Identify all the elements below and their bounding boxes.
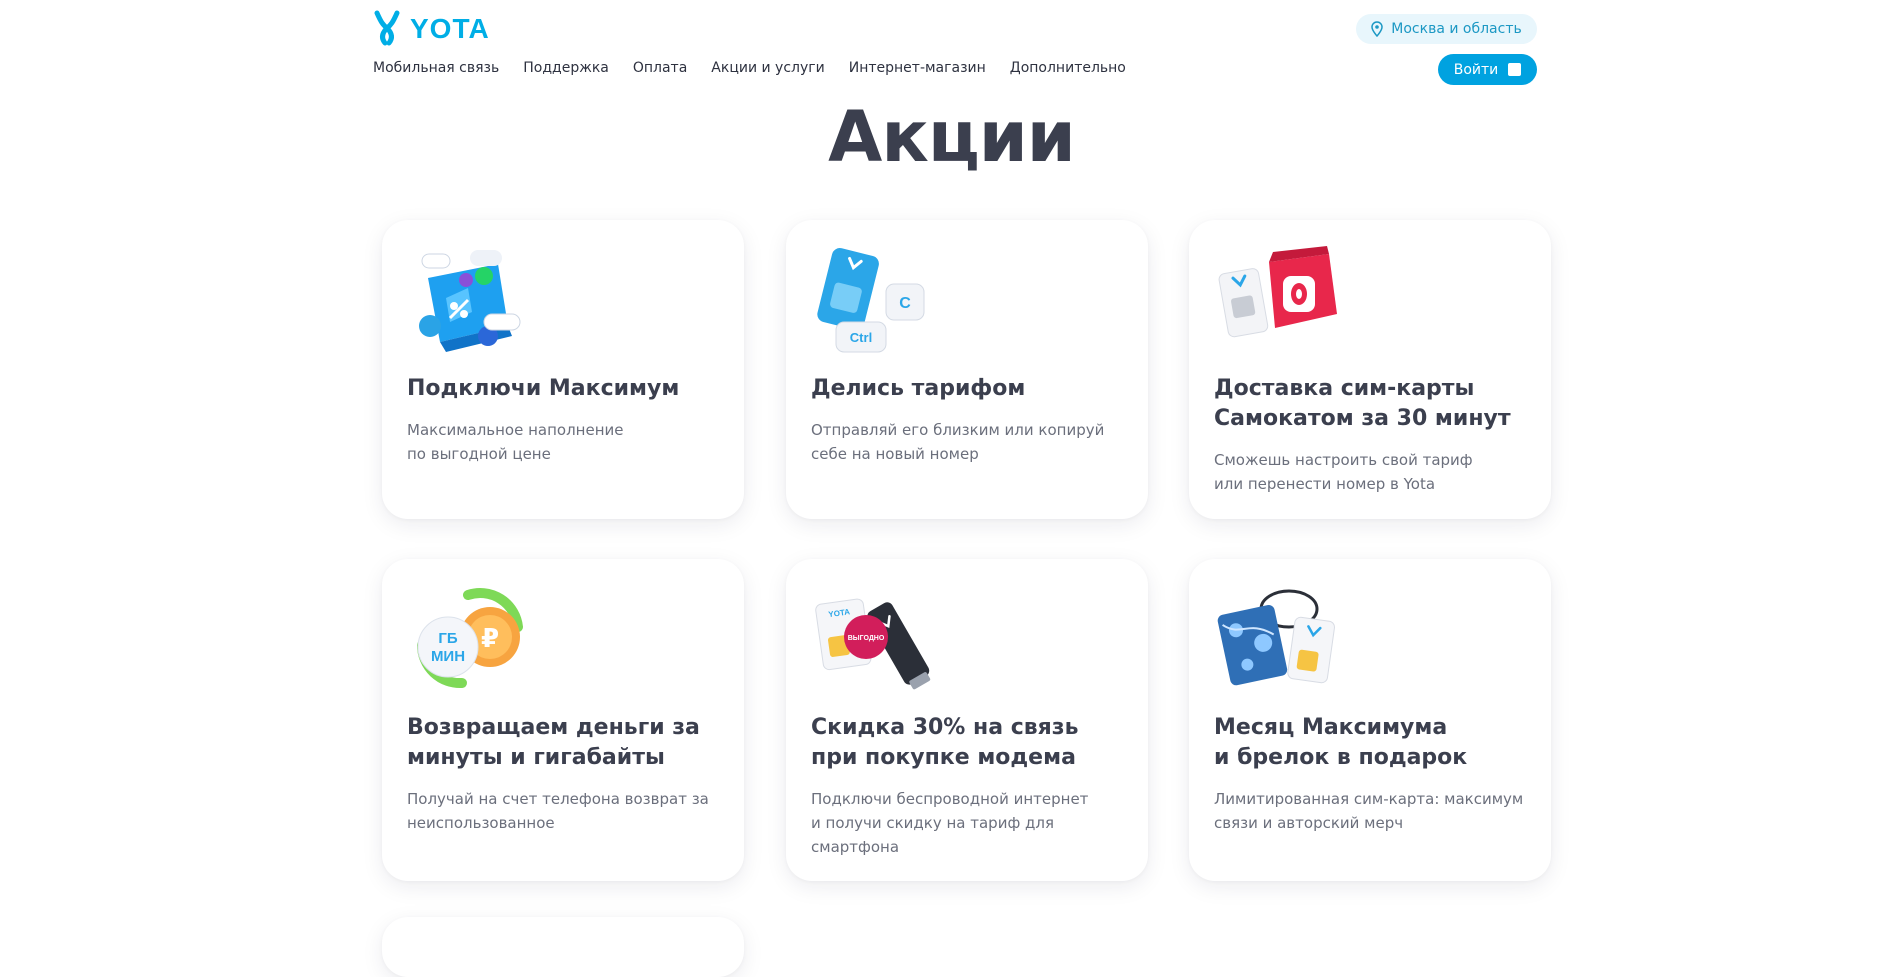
svg-text:МИН: МИН bbox=[431, 648, 465, 665]
promo-card-share-tariff[interactable]: C Ctrl Делись тарифом Отправляй его близ… bbox=[786, 220, 1148, 519]
nav-item-mobile[interactable]: Мобильная связь bbox=[373, 60, 499, 76]
nav-item-promotions[interactable]: Акции и услуги bbox=[711, 60, 824, 76]
logo-text: YOTA bbox=[410, 13, 490, 44]
svg-text:Ctrl: Ctrl bbox=[850, 330, 872, 345]
promo-card-modem-discount[interactable]: YOTA ВЫГОДНО Скидка 30% на связь при пок… bbox=[786, 559, 1148, 881]
svg-text:ВЫГОДНО: ВЫГОДНО bbox=[848, 635, 885, 642]
promo-card-cashback[interactable]: ₽ ГБ МИН Возвращаем деньги за минуты и г… bbox=[382, 559, 744, 881]
login-label: Войти bbox=[1453, 61, 1499, 78]
page-title: Акции bbox=[828, 96, 1076, 178]
nav-item-payment[interactable]: Оплата bbox=[633, 60, 687, 76]
main-nav: Мобильная связь Поддержка Оплата Акции и… bbox=[373, 60, 1126, 76]
login-button[interactable]: Войти bbox=[1438, 54, 1537, 85]
keychain-illustration-icon bbox=[1217, 589, 1335, 686]
promo-card-title: Скидка 30% на связь при покупке модема bbox=[811, 715, 1079, 770]
nav-item-support[interactable]: Поддержка bbox=[523, 60, 609, 76]
yota-logo[interactable]: YOTA bbox=[373, 10, 490, 48]
promo-card-description: Отправляй его близким или копируй себе н… bbox=[811, 421, 1105, 463]
sim-card-copy-illustration-icon: C Ctrl bbox=[817, 248, 925, 353]
promo-card-title: Месяц Максимума и брелок в подарок bbox=[1214, 715, 1468, 770]
delivery-bag-illustration-icon bbox=[1218, 246, 1337, 338]
promo-card-title: Возвращаем деньги за минуты и гигабайты bbox=[407, 715, 700, 770]
promo-card-title: Делись тарифом bbox=[811, 376, 1026, 401]
region-label: Москва и область bbox=[1391, 21, 1522, 37]
nav-item-shop[interactable]: Интернет-магазин bbox=[849, 60, 986, 76]
promo-card-description: Подключи беспроводной интернет и получи … bbox=[811, 790, 1089, 856]
svg-text:C: C bbox=[899, 295, 911, 312]
promo-card-keychain[interactable]: Месяц Максимума и брелок в подарок Лимит… bbox=[1189, 559, 1551, 881]
promo-card-title: Доставка сим-карты Самокатом за 30 минут bbox=[1214, 376, 1511, 431]
promo-card-description: Максимальное наполнение по выгодной цене bbox=[407, 421, 624, 463]
promo-card-partial[interactable] bbox=[382, 917, 744, 977]
promo-card-description: Лимитированная сим-карта: максимум связи… bbox=[1214, 790, 1524, 832]
promo-card-sim-delivery[interactable]: Доставка сим-карты Самокатом за 30 минут… bbox=[1189, 220, 1551, 519]
svg-text:ГБ: ГБ bbox=[438, 630, 458, 647]
shopping-box-illustration-icon bbox=[419, 250, 521, 352]
nav-item-more[interactable]: Дополнительно bbox=[1010, 60, 1126, 76]
cashback-coin-illustration-icon: ₽ ГБ МИН bbox=[416, 588, 523, 689]
promo-card-maximum[interactable]: Подключи Максимум Максимальное наполнени… bbox=[382, 220, 744, 519]
promo-card-description: Получай на счет телефона возврат за неис… bbox=[407, 790, 709, 832]
promo-card-title: Подключи Максимум bbox=[407, 376, 680, 401]
location-pin-icon bbox=[1371, 21, 1384, 37]
modem-illustration-icon: YOTA ВЫГОДНО bbox=[815, 598, 931, 690]
svg-text:₽: ₽ bbox=[481, 624, 499, 654]
region-selector[interactable]: Москва и область bbox=[1356, 14, 1537, 44]
yota-logo-icon bbox=[374, 10, 400, 46]
promo-card-description: Сможешь настроить свой тариф или перенес… bbox=[1214, 451, 1473, 493]
login-square-icon bbox=[1508, 63, 1522, 76]
